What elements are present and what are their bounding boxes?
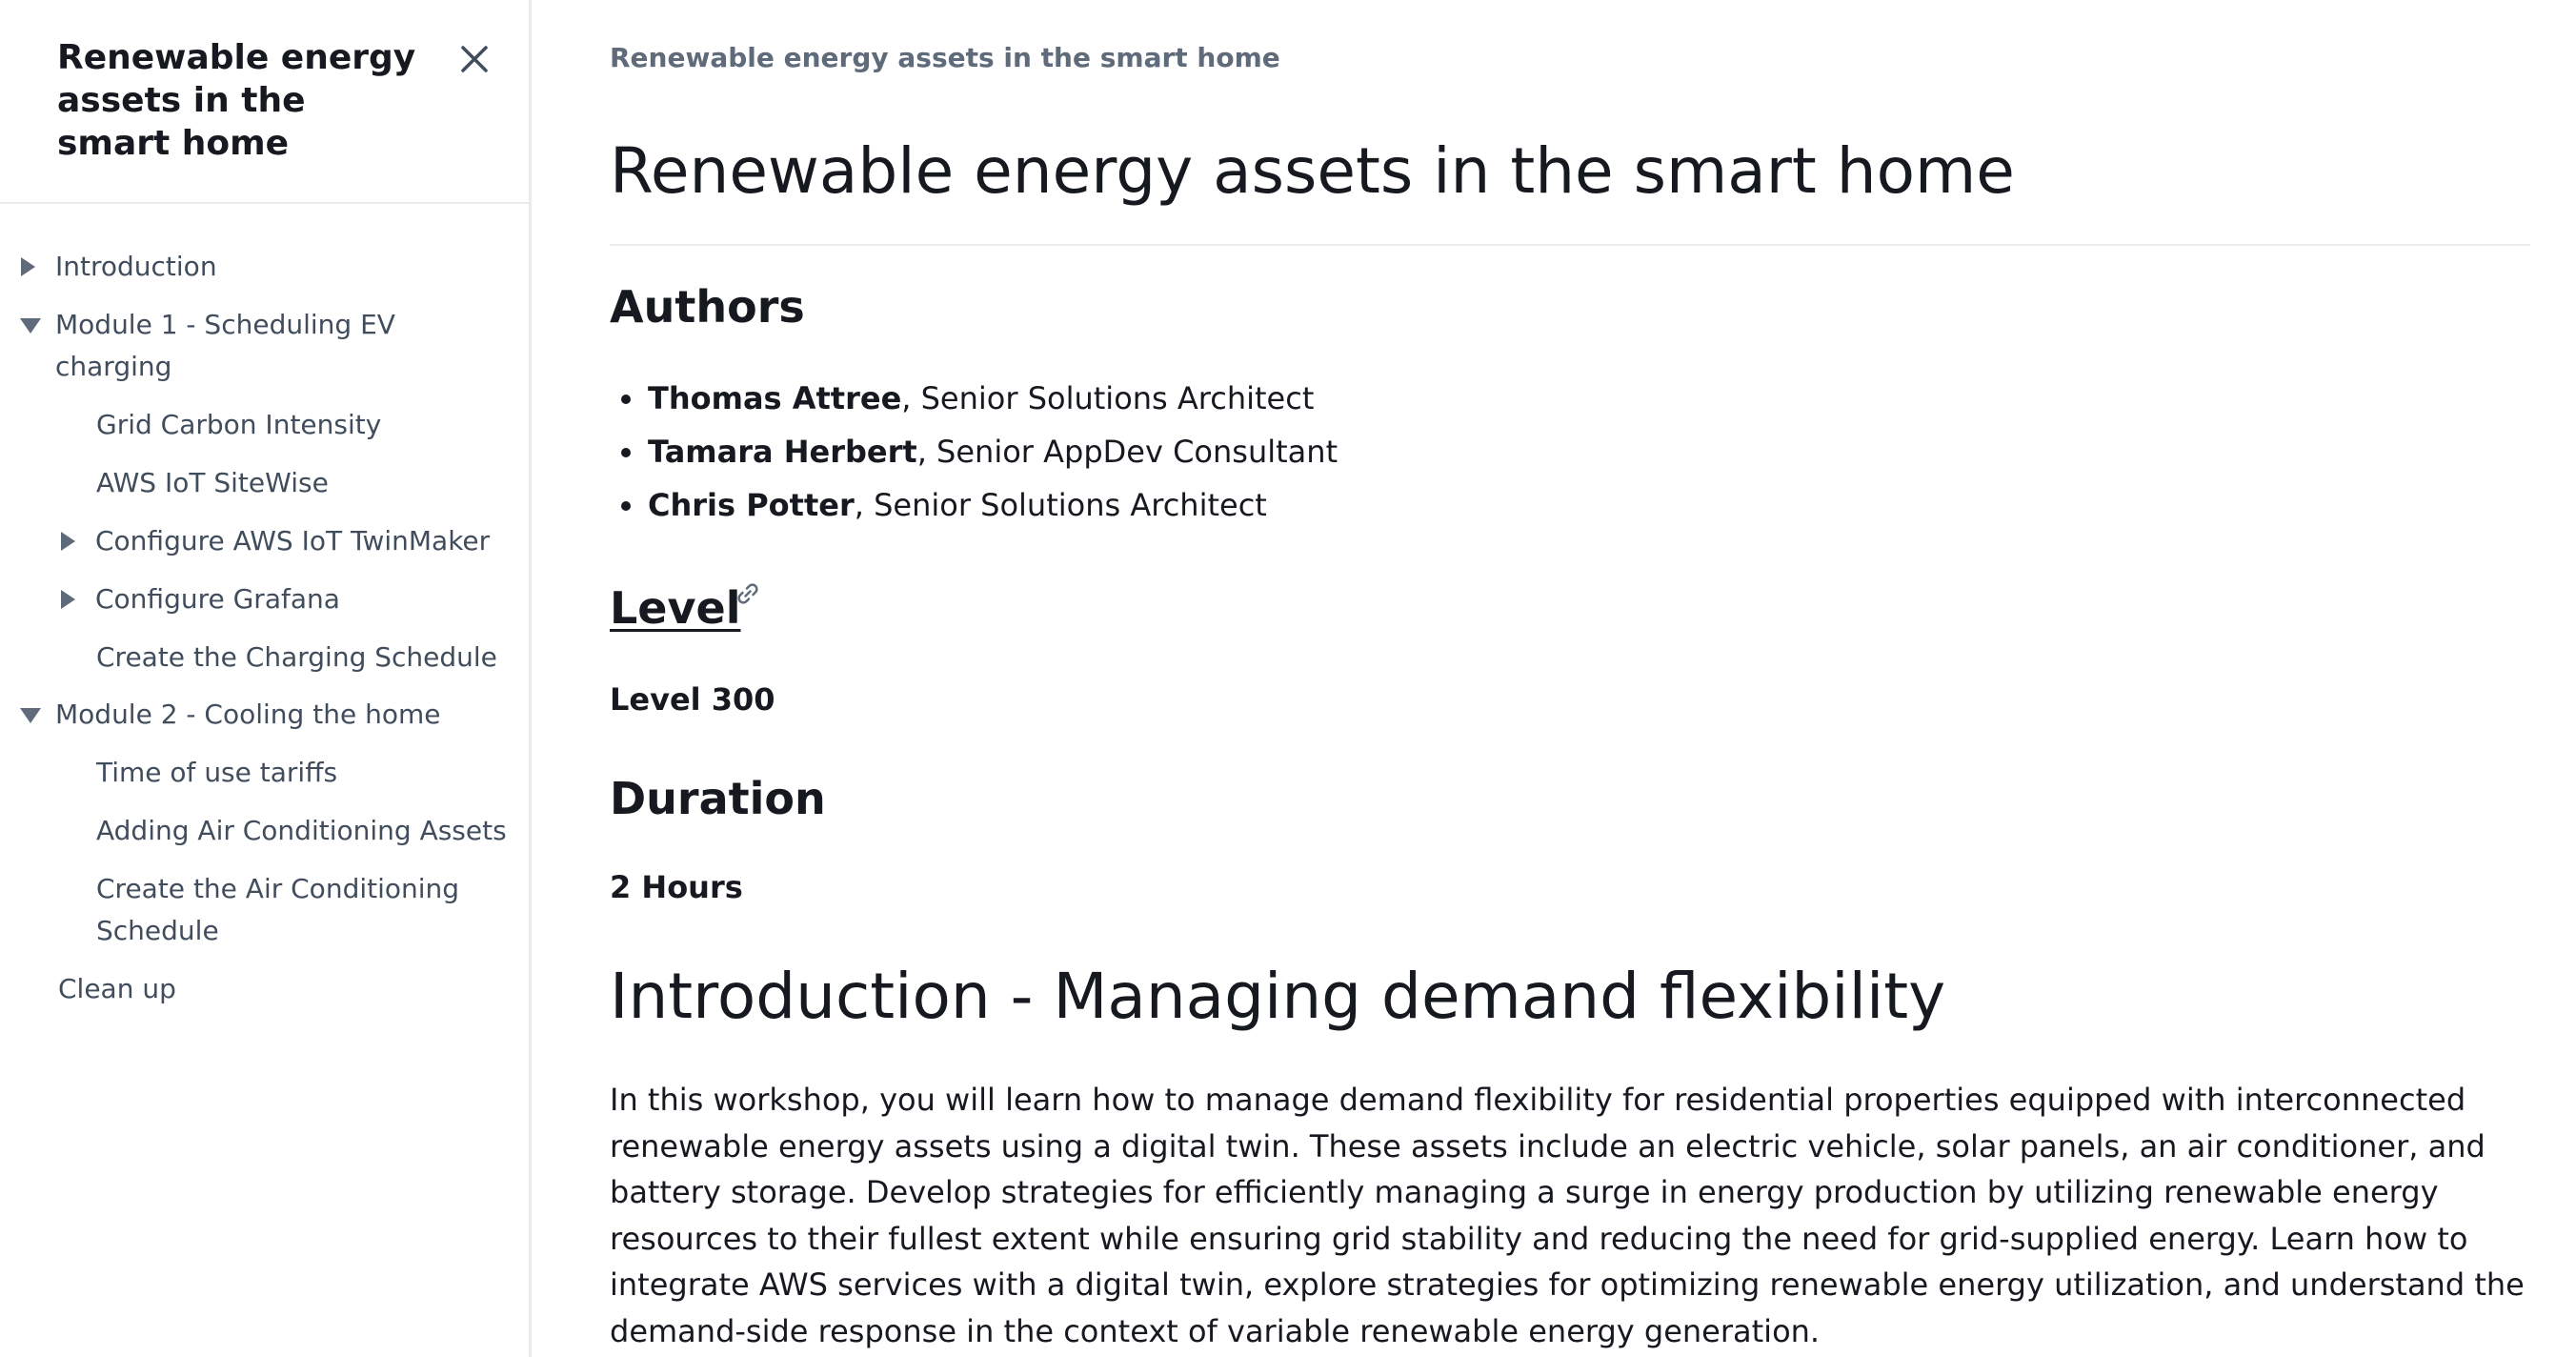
sidebar-item-label: Create the Air Conditioning Schedule: [96, 873, 460, 946]
close-sidebar-button[interactable]: [455, 40, 493, 78]
sidebar-item-label: AWS IoT SiteWise: [96, 467, 329, 498]
sidebar-item-configure-twinmaker[interactable]: Configure AWS IoT TwinMaker: [61, 520, 491, 562]
sidebar-item-label: Introduction: [55, 251, 217, 282]
sidebar-item-grid-carbon-intensity[interactable]: Grid Carbon Intensity: [96, 404, 381, 446]
sidebar-item-label: Create the Charging Schedule: [96, 641, 497, 673]
sidebar-title: Renewable energy assets in the smart hom…: [57, 38, 416, 163]
sidebar-item-aws-iot-sitewise[interactable]: AWS IoT SiteWise: [96, 462, 329, 504]
sidebar-item-label: Grid Carbon Intensity: [96, 409, 382, 440]
duration-value: 2 Hours: [610, 869, 743, 905]
level-heading: Level: [610, 581, 740, 635]
list-item: Tamara Herbert, Senior AppDev Consultant: [610, 425, 1338, 478]
sidebar-item-configure-grafana[interactable]: Configure Grafana: [61, 578, 340, 620]
sidebar-item-introduction[interactable]: Introduction: [21, 246, 217, 288]
sidebar-item-label: Configure AWS IoT TwinMaker: [95, 525, 491, 557]
sidebar-item-label: Clean up: [58, 973, 176, 1004]
author-role: , Senior Solutions Architect: [854, 487, 1267, 523]
caret-right-icon[interactable]: [61, 532, 75, 551]
app-layout: Renewable energy assets in the smart hom…: [0, 0, 2576, 1357]
close-icon: [455, 40, 493, 78]
author-name: Tamara Herbert: [648, 434, 917, 470]
caret-right-icon[interactable]: [21, 257, 35, 276]
sidebar-item-time-of-use-tariffs[interactable]: Time of use tariffs: [96, 752, 337, 794]
caret-down-icon[interactable]: [20, 318, 41, 334]
sidebar-item-adding-ac-assets[interactable]: Adding Air Conditioning Assets: [96, 810, 507, 852]
sidebar-item-create-ac-schedule[interactable]: Create the Air Conditioning Schedule: [96, 868, 477, 952]
author-name: Chris Potter: [648, 487, 855, 523]
duration-heading: Duration: [610, 773, 826, 824]
main-content: Renewable energy assets in the smart hom…: [610, 0, 2530, 1357]
sidebar: Renewable energy assets in the smart hom…: [0, 0, 532, 1357]
sidebar-item-module-1[interactable]: Module 1 - Scheduling EV charging: [20, 304, 465, 388]
sidebar-item-label: Time of use tariffs: [96, 757, 338, 788]
sidebar-item-label: Module 1 - Scheduling EV charging: [55, 309, 395, 382]
sidebar-item-create-charging-schedule[interactable]: Create the Charging Schedule: [96, 637, 497, 678]
caret-down-icon[interactable]: [20, 708, 41, 723]
authors-heading: Authors: [610, 281, 805, 333]
intro-paragraph: In this workshop, you will learn how to …: [610, 1082, 2525, 1349]
authors-list: Thomas Attree, Senior Solutions Architec…: [610, 372, 1338, 532]
level-value: Level 300: [610, 681, 775, 718]
author-role: , Senior Solutions Architect: [901, 380, 1315, 416]
breadcrumb[interactable]: Renewable energy assets in the smart hom…: [610, 42, 1280, 73]
list-item: Thomas Attree, Senior Solutions Architec…: [610, 372, 1338, 425]
list-item: Chris Potter, Senior Solutions Architect: [610, 478, 1338, 532]
page-title: Renewable energy assets in the smart hom…: [610, 134, 2015, 208]
sidebar-header: Renewable energy assets in the smart hom…: [0, 0, 529, 204]
sidebar-item-module-2[interactable]: Module 2 - Cooling the home: [20, 694, 441, 736]
title-divider: [610, 244, 2530, 246]
author-role: , Senior AppDev Consultant: [916, 434, 1338, 470]
sidebar-item-label: Configure Grafana: [95, 583, 340, 615]
caret-right-icon[interactable]: [61, 590, 75, 609]
link-icon[interactable]: [734, 579, 762, 608]
sidebar-item-clean-up[interactable]: Clean up: [58, 968, 176, 1010]
level-heading-link[interactable]: Level: [610, 582, 740, 634]
intro-heading: Introduction - Managing demand flexibili…: [610, 960, 1946, 1033]
author-name: Thomas Attree: [648, 380, 902, 416]
sidebar-item-label: Module 2 - Cooling the home: [55, 699, 441, 730]
sidebar-item-label: Adding Air Conditioning Assets: [96, 815, 507, 846]
